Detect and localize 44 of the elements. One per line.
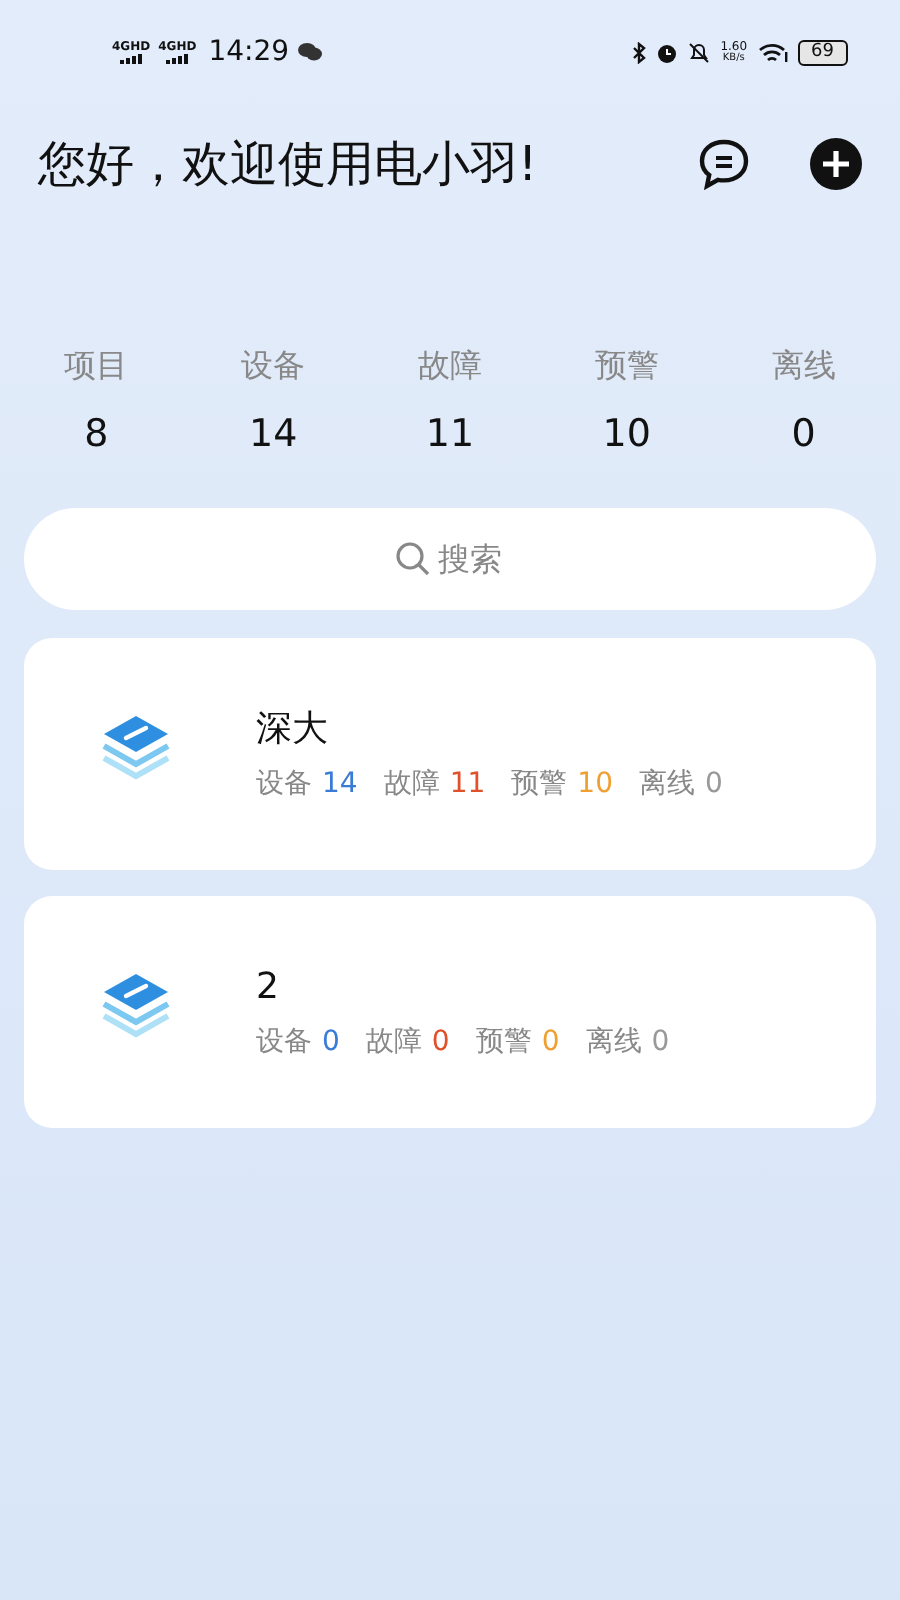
clock-time: 14:29 [208,33,290,71]
chat-app-icon [297,42,322,62]
stat-value: 0 [541,1023,560,1061]
summary-label: 故障 [417,344,482,388]
signal-icon [120,53,143,63]
stat-value: 0 [651,1023,670,1061]
stat-label: 故障 [383,765,440,803]
search-icon [396,541,430,575]
summary-value: 14 [249,410,298,460]
search-field[interactable]: 搜索 [24,507,876,609]
stat-value: 10 [577,765,613,803]
stat-label: 故障 [365,1023,422,1061]
summary-label: 设备 [241,344,306,388]
summary-value: 11 [425,410,475,460]
summary-value: 0 [791,410,816,460]
project-card[interactable]: 深大 设备 14 故障 11 预警 10 离线 0 [24,637,876,869]
stat-label: 预警 [511,765,568,803]
add-icon[interactable] [810,138,862,190]
project-name: 深大 [256,705,330,753]
stat-label: 离线 [585,1023,642,1061]
project-card[interactable]: 2 设备 0 故障 0 预警 0 离线 0 [24,895,876,1127]
bluetooth-icon [632,41,647,63]
signal-icon [166,53,189,63]
summary-value: 10 [602,410,651,460]
summary-label: 预警 [594,344,659,388]
project-name: 2 [256,963,281,1011]
greeting-title: 您好，欢迎使用电小羽! [38,134,540,196]
stat-label: 预警 [475,1023,532,1061]
stat-label: 离线 [638,765,695,803]
message-icon[interactable] [696,136,752,192]
bell-muted-icon [688,41,711,63]
stat-value: 0 [322,1023,340,1061]
summary-label: 项目 [64,344,129,388]
stat-value: 14 [322,765,358,803]
alarm-icon [656,41,679,63]
stat-value: 11 [449,765,486,803]
stat-value: 0 [704,765,723,803]
wifi-icon [757,41,788,63]
stat-label: 设备 [256,1023,312,1061]
battery-indicator: 69 [797,39,848,65]
stat-label: 设备 [256,765,312,803]
summary-label: 离线 [771,344,836,388]
stat-value: 0 [431,1023,450,1061]
summary-value: 8 [84,410,109,460]
